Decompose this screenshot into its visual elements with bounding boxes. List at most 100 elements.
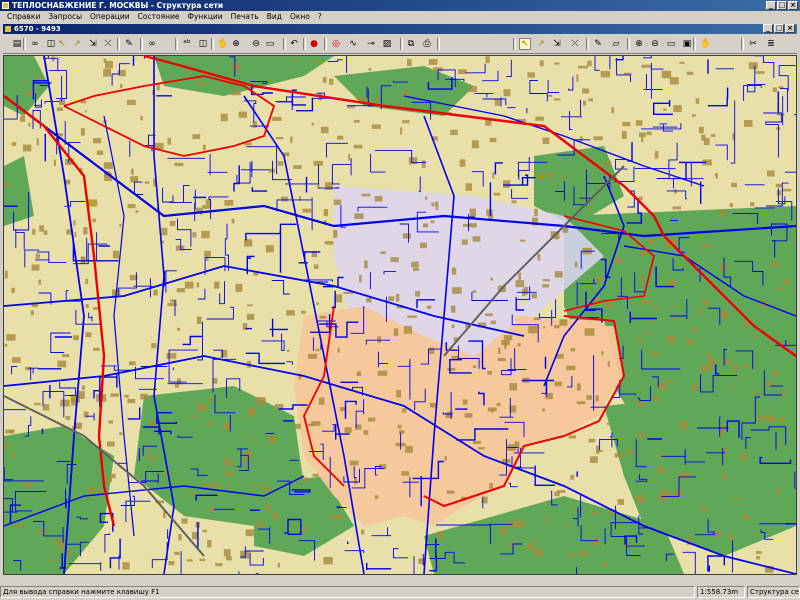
- map-canvas[interactable]: [4, 56, 796, 574]
- layer-icon[interactable]: ◫: [197, 38, 209, 50]
- menu-help[interactable]: Справки: [3, 11, 44, 23]
- minimize-button[interactable]: _: [766, 1, 776, 10]
- building: [464, 413, 473, 418]
- doc-minimize-button[interactable]: _: [763, 24, 773, 33]
- binoculars-icon[interactable]: ∞: [29, 38, 41, 50]
- pencil-icon[interactable]: ✎: [592, 38, 604, 50]
- doc-maximize-button[interactable]: □: [774, 24, 784, 33]
- building: [247, 450, 252, 455]
- building: [277, 161, 284, 166]
- building: [705, 352, 711, 357]
- layers-icon[interactable]: ≣: [765, 38, 777, 50]
- menu-about[interactable]: ?: [314, 11, 326, 23]
- building: [532, 538, 537, 541]
- building: [402, 233, 411, 239]
- maximize-button[interactable]: □: [777, 1, 787, 10]
- menu-print[interactable]: Печать: [227, 11, 263, 23]
- building: [742, 515, 750, 521]
- menu-state[interactable]: Состояние: [134, 11, 184, 23]
- menu-window[interactable]: Окно: [286, 11, 314, 23]
- building: [635, 495, 645, 503]
- open-icon[interactable]: ▤: [11, 38, 23, 50]
- building: [637, 337, 642, 345]
- select-arrow-icon[interactable]: ↗: [71, 38, 83, 50]
- menu-view[interactable]: Вид: [263, 11, 286, 23]
- building: [4, 343, 8, 347]
- building: [366, 298, 372, 303]
- building: [249, 436, 254, 441]
- binoculars-icon[interactable]: ∞: [146, 38, 158, 50]
- print-icon[interactable]: ⎙: [421, 38, 433, 50]
- building: [124, 394, 129, 398]
- doc-close-button[interactable]: ×: [785, 24, 795, 33]
- zoom-all-icon[interactable]: ▣: [681, 38, 693, 50]
- building: [669, 77, 679, 85]
- building: [35, 253, 40, 259]
- select-group-icon[interactable]: ⇲: [551, 38, 563, 50]
- zoom-window-icon[interactable]: ▭: [665, 38, 677, 50]
- toolbar-separator: [211, 38, 214, 50]
- building: [621, 131, 627, 139]
- building: [553, 98, 561, 101]
- building: [546, 171, 554, 178]
- building: [103, 162, 113, 169]
- traffic-light-icon[interactable]: ●: [308, 38, 320, 50]
- cut-icon[interactable]: ✂: [747, 38, 759, 50]
- zoom-out-icon[interactable]: ⊖: [250, 38, 262, 50]
- pencil-icon[interactable]: ✎: [123, 38, 135, 50]
- target-icon[interactable]: ◎: [330, 38, 342, 50]
- zoom-window-icon[interactable]: ▭: [264, 38, 276, 50]
- delete-select-icon[interactable]: ⤫: [102, 38, 114, 50]
- pipe-node-icon[interactable]: ⊸: [365, 38, 377, 50]
- copy-icon[interactable]: ⧉: [405, 38, 417, 50]
- building: [361, 193, 371, 197]
- hand-icon[interactable]: ✋: [700, 38, 712, 50]
- building: [415, 291, 421, 297]
- app-title-bar[interactable]: ТЕПЛОСНАБЖЕНИЕ Г. МОСКВЫ - Структура сет…: [0, 0, 800, 11]
- building: [641, 64, 652, 68]
- menu-queries[interactable]: Запросы: [44, 11, 86, 23]
- network-pipe: [526, 107, 528, 114]
- building: [489, 483, 493, 489]
- building: [497, 358, 506, 362]
- building: [83, 227, 88, 235]
- undo-icon[interactable]: ↶: [288, 38, 300, 50]
- zoom-in-icon[interactable]: ⊕: [633, 38, 645, 50]
- building: [722, 473, 727, 480]
- building: [601, 350, 604, 356]
- menu-functions[interactable]: Функции: [183, 11, 226, 23]
- select-pointer-icon[interactable]: ↖: [519, 38, 531, 50]
- building: [397, 424, 402, 429]
- select-pointer-icon[interactable]: ↖: [56, 38, 68, 50]
- spell-icon[interactable]: ᵃᵇ: [181, 38, 193, 50]
- building: [320, 126, 329, 134]
- building: [518, 272, 521, 280]
- building: [275, 137, 284, 140]
- building: [24, 482, 33, 489]
- picture-icon[interactable]: ▨: [381, 38, 393, 50]
- eraser-icon[interactable]: ▱: [610, 38, 622, 50]
- building: [231, 90, 241, 96]
- building: [174, 162, 184, 167]
- building: [84, 110, 87, 113]
- building: [652, 396, 661, 401]
- zoom-out-icon[interactable]: ⊖: [649, 38, 661, 50]
- close-button[interactable]: ×: [788, 1, 798, 10]
- pipe-icon[interactable]: ∿: [347, 38, 359, 50]
- document-title-bar[interactable]: 6570 - 9493 _ □ ×: [3, 24, 797, 34]
- building: [494, 99, 501, 106]
- select-arrow-icon[interactable]: ↗: [535, 38, 547, 50]
- hand-icon[interactable]: ✋: [217, 38, 229, 50]
- select-group-icon[interactable]: ⇲: [87, 38, 99, 50]
- map-view[interactable]: [3, 55, 797, 575]
- building: [127, 204, 136, 209]
- building: [556, 490, 566, 493]
- building: [62, 354, 70, 358]
- delete-select-icon[interactable]: ⤫: [569, 38, 581, 50]
- building: [161, 227, 168, 236]
- building: [665, 380, 675, 383]
- building: [589, 456, 598, 463]
- zoom-in-icon[interactable]: ⊕: [230, 38, 242, 50]
- menu-operations[interactable]: Операции: [86, 11, 134, 23]
- building: [197, 403, 207, 412]
